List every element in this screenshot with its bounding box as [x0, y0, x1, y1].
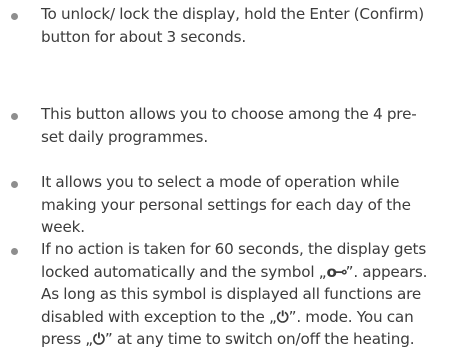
text-line: This button allows you to choose among t…: [41, 105, 417, 123]
text-fragment: ” at any time to switch on/off the heati…: [104, 330, 415, 348]
text-line: set daily programmes.: [41, 127, 208, 146]
list-item-text: It allows you to select a mode of operat…: [41, 171, 470, 239]
power-icon: ⏻: [276, 307, 289, 326]
bullet-icon: [11, 181, 18, 188]
bullet-icon: [11, 13, 18, 20]
text-fragment: disabled with exception to the „: [41, 307, 277, 326]
bullet-icon: [11, 113, 18, 120]
text-line: week.: [41, 218, 85, 236]
text-line: It allows you to select a mode of operat…: [41, 173, 400, 191]
text-line: making your personal settings for each d…: [41, 195, 411, 214]
list-item-text: This button allows you to choose among t…: [41, 103, 470, 148]
text-fragment: press „: [41, 330, 93, 348]
text-fragment: ”. mode. You can: [288, 307, 414, 326]
text-fragment: locked automatically and the symbol „: [41, 262, 327, 281]
key-icon: o⊸: [326, 262, 347, 281]
text-line: As long as this symbol is displayed all …: [41, 285, 422, 303]
list-item-text: To unlock/ lock the display, hold the En…: [41, 3, 470, 48]
list-item-text: If no action is taken for 60 seconds, th…: [41, 238, 470, 351]
text-line: button for about 3 seconds.: [41, 27, 247, 46]
text-line: To unlock/ lock the display, hold the En…: [41, 5, 424, 23]
text-line: If no action is taken for 60 seconds, th…: [41, 240, 427, 258]
text-fragment: ”. appears.: [345, 262, 428, 281]
power-icon: ⏻: [92, 330, 105, 348]
bullet-icon: [11, 248, 18, 255]
